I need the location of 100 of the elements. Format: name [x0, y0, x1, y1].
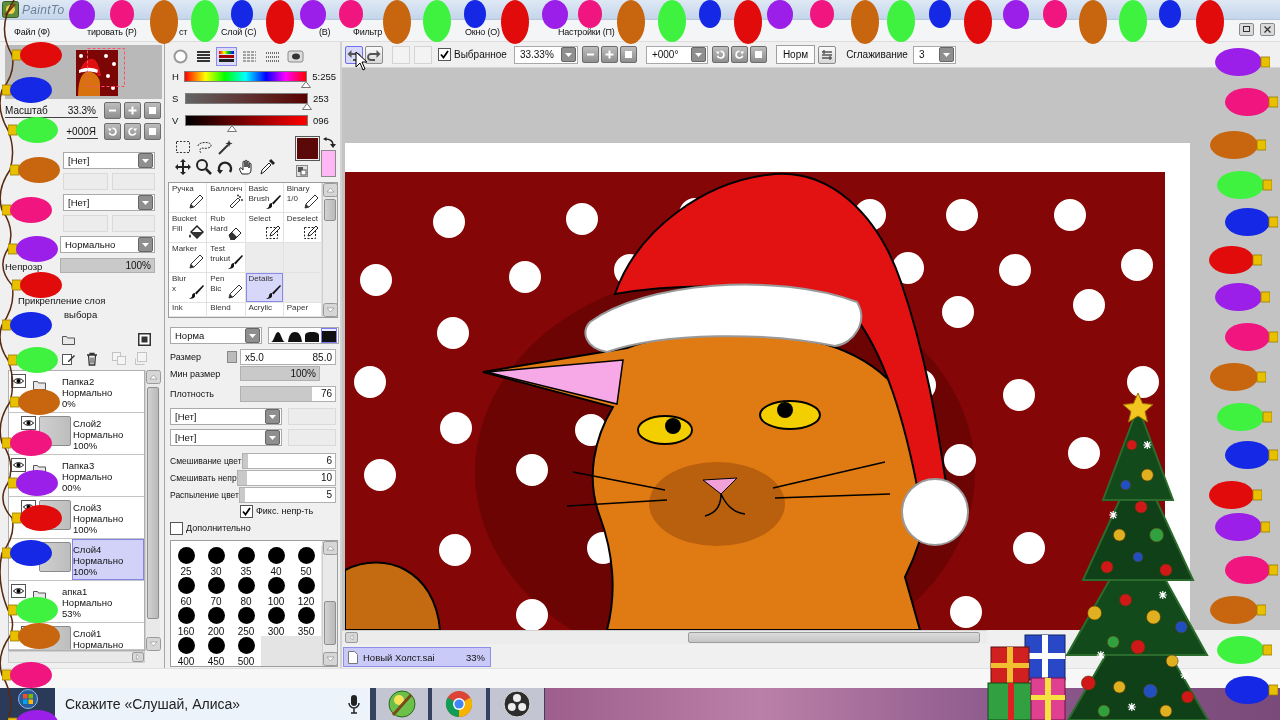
- brush-size-button[interactable]: 80: [231, 576, 261, 606]
- microphone-icon[interactable]: [348, 694, 360, 714]
- tool-button[interactable]: Test trukut: [207, 243, 246, 273]
- brush-size-button[interactable]: 25: [171, 546, 201, 576]
- tool-button[interactable]: Deselect: [283, 213, 322, 243]
- rectangle-select-icon[interactable]: [173, 138, 192, 156]
- scrollbar-thumb[interactable]: [688, 632, 980, 643]
- rotation-field[interactable]: +000Я: [67, 124, 98, 139]
- menu-item[interactable]: Окно (О): [465, 27, 500, 38]
- mask-icon[interactable]: [138, 333, 151, 346]
- scrollbar-thumb[interactable]: [324, 199, 336, 221]
- eyedropper-icon[interactable]: [257, 158, 276, 176]
- stabilizer-button[interactable]: [818, 45, 837, 64]
- redo-button[interactable]: [365, 45, 383, 64]
- rotate-right-button[interactable]: [124, 123, 141, 140]
- trash-icon[interactable]: [86, 351, 98, 366]
- brush-size-button[interactable]: 35: [231, 546, 261, 576]
- brush-size-button[interactable]: 70: [201, 576, 231, 606]
- rotate-left-button[interactable]: [711, 46, 729, 63]
- taskbar-button[interactable]: [490, 688, 544, 720]
- brush-tip-selector[interactable]: [268, 327, 339, 344]
- tool-button[interactable]: Paper: [283, 303, 322, 317]
- tool-button[interactable]: Acrylic: [245, 303, 284, 317]
- scrollbar-thumb[interactable]: [147, 387, 159, 619]
- restore-icon[interactable]: [1239, 22, 1254, 36]
- reset-rotation-button[interactable]: [144, 123, 161, 140]
- scrollbar-thumb[interactable]: [324, 601, 336, 645]
- brush-size-button[interactable]: 100: [261, 576, 291, 606]
- flip-button[interactable]: Норм: [775, 45, 816, 64]
- magnifier-icon[interactable]: [194, 158, 213, 176]
- menu-item[interactable]: (В): [319, 27, 331, 38]
- menu-item[interactable]: ст: [179, 27, 188, 38]
- slider-thumb[interactable]: [301, 81, 311, 88]
- brush-size-button[interactable]: 50: [291, 546, 321, 576]
- menu-item[interactable]: тировать (Р): [87, 27, 137, 38]
- brush-shape-dropdown[interactable]: Норма: [170, 327, 262, 344]
- rotate-left-button[interactable]: [104, 123, 121, 140]
- rotate-right-button[interactable]: [730, 46, 748, 63]
- reset-zoom-button[interactable]: [144, 102, 161, 119]
- start-button[interactable]: [17, 689, 38, 709]
- eye-icon[interactable]: [21, 416, 36, 430]
- tool-button[interactable]: Rub Hard: [207, 213, 246, 243]
- zoom-in-button[interactable]: [124, 102, 141, 119]
- texture-dropdown[interactable]: [Нет]: [170, 408, 282, 425]
- zoom-in-button[interactable]: [600, 46, 618, 63]
- foreground-color-swatch[interactable]: [296, 137, 319, 160]
- zoom-combo[interactable]: 33.33%: [513, 45, 578, 64]
- background-color-swatch[interactable]: [321, 150, 336, 177]
- tool-button[interactable]: Basic Brush: [245, 183, 284, 213]
- reset-rotation-button[interactable]: [749, 46, 767, 63]
- tool-button[interactable]: Blur x: [169, 273, 208, 303]
- tool-button[interactable]: Binary 1/0: [283, 183, 322, 213]
- tool-button[interactable]: Pen Bic: [207, 273, 246, 303]
- eye-icon[interactable]: [11, 584, 26, 598]
- eye-icon[interactable]: [11, 458, 26, 472]
- density-slider[interactable]: 76: [240, 386, 336, 402]
- search-box[interactable]: Скажите «Слушай, Алиса»: [55, 688, 370, 720]
- eye-icon[interactable]: [11, 374, 26, 388]
- brush-size-button[interactable]: 500: [231, 636, 261, 666]
- checkbox[interactable]: [240, 504, 253, 518]
- smoothing-combo[interactable]: 3: [912, 45, 956, 64]
- checkbox[interactable]: [170, 521, 183, 535]
- size-field[interactable]: x5.0 85.0: [240, 349, 336, 365]
- tool-button[interactable]: Bucket Fill: [169, 213, 208, 243]
- brush-size-button[interactable]: 40: [261, 546, 291, 576]
- brush-size-button[interactable]: 30: [201, 546, 231, 576]
- brush-size-button[interactable]: 400: [171, 636, 201, 666]
- color-mode-button[interactable]: [285, 47, 306, 66]
- reset-colors-icon[interactable]: [296, 165, 308, 177]
- menu-item[interactable]: Слой (С): [221, 27, 257, 38]
- tool-button[interactable]: Ink: [169, 303, 208, 317]
- menu-item[interactable]: Фильтр: [353, 27, 383, 38]
- brush-size-button[interactable]: 160: [171, 606, 201, 636]
- brush-size-button[interactable]: 60: [171, 576, 201, 606]
- horizontal-scrollbar[interactable]: [342, 630, 987, 644]
- horizontal-scrollbar[interactable]: [8, 651, 145, 663]
- rotation-combo[interactable]: +000°: [645, 45, 708, 64]
- texture-dropdown[interactable]: [Нет]: [63, 152, 155, 169]
- checkbox[interactable]: [438, 48, 451, 61]
- opacity-slider[interactable]: 100%: [60, 258, 155, 273]
- vertical-scrollbar[interactable]: [322, 183, 337, 317]
- edit-layer-icon[interactable]: [62, 352, 75, 365]
- menu-item[interactable]: Настройки (П): [558, 27, 615, 38]
- brush-size-button[interactable]: 300: [261, 606, 291, 636]
- menu-item[interactable]: Файл (Ф): [14, 27, 50, 38]
- folder-icon[interactable]: [62, 334, 75, 345]
- vertical-scrollbar[interactable]: [145, 370, 160, 651]
- min-size-slider[interactable]: 100%: [240, 366, 320, 381]
- color-mode-button[interactable]: [216, 47, 237, 66]
- mixing-slider[interactable]: 5: [238, 487, 336, 503]
- layer-row[interactable]: Слой4 Нормально 100%: [72, 539, 144, 580]
- swap-colors-icon[interactable]: [323, 137, 336, 149]
- tool-button[interactable]: Ручка: [169, 183, 208, 213]
- zoom-out-button[interactable]: [581, 46, 599, 63]
- close-icon[interactable]: [1260, 22, 1275, 36]
- mixing-slider[interactable]: 6: [241, 453, 336, 469]
- brush-size-button[interactable]: 120: [291, 576, 321, 606]
- move-icon[interactable]: [173, 158, 192, 176]
- tool-button[interactable]: Blend: [207, 303, 246, 317]
- reset-zoom-button[interactable]: [619, 46, 637, 63]
